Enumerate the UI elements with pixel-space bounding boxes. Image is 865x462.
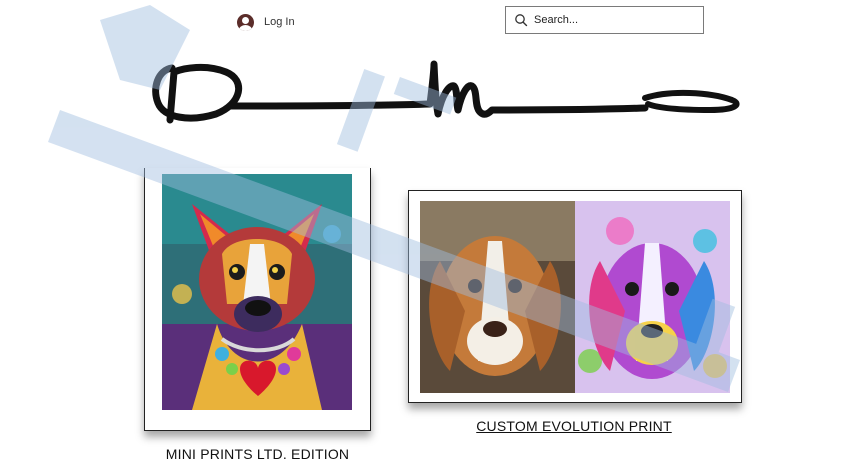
signature-logo	[152, 60, 740, 124]
search-input[interactable]	[534, 14, 694, 26]
search-bar[interactable]	[505, 6, 704, 34]
caption-custom-evolution-link[interactable]: CUSTOM EVOLUTION PRINT	[408, 418, 740, 434]
custom-evolution-dog-artwork[interactable]	[420, 201, 730, 393]
user-avatar-icon	[237, 13, 254, 31]
product-card-mini-prints[interactable]	[144, 168, 371, 431]
search-icon	[515, 14, 528, 27]
login-label: Log In	[264, 16, 295, 28]
login-button[interactable]: Log In	[237, 12, 295, 32]
product-card-custom-evolution[interactable]	[408, 190, 742, 403]
mini-print-dog-artwork[interactable]	[162, 174, 352, 410]
